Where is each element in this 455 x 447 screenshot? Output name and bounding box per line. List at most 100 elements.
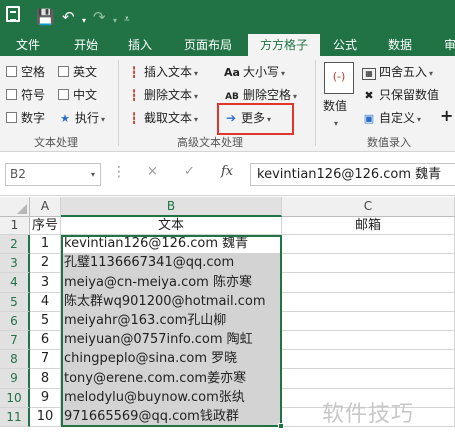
customize-qat-icon[interactable]: ⩡	[124, 8, 130, 32]
cell-email[interactable]	[282, 254, 455, 273]
keep-value-button[interactable]: ✖ 只保留数值	[362, 87, 439, 104]
group-divider	[315, 60, 316, 146]
save-icon[interactable]: 💾	[36, 5, 55, 29]
cell-email[interactable]	[282, 312, 455, 331]
row-header[interactable]: 4	[0, 273, 30, 293]
extract-text-button[interactable]: ┇ 截取文本 ▾	[127, 110, 198, 128]
cell-email[interactable]	[282, 273, 455, 293]
tab-insert[interactable]: 插入	[115, 34, 165, 56]
cell-text[interactable]: 971665569@qq.com钱政群	[61, 408, 282, 427]
redo-icon[interactable]: ↷	[93, 5, 106, 29]
sheet-bottom	[0, 432, 455, 447]
formula-bar: B2 ▾ ⋮ × ✓ fx kevintian126@126.com 魏青	[0, 152, 455, 196]
custom-icon: ▣	[363, 112, 375, 125]
cell-text[interactable]: meiyahr@163.com孔山柳	[61, 312, 282, 331]
excel-logo-icon	[6, 6, 20, 22]
value-dropdown-icon[interactable]: ▾	[332, 114, 338, 132]
cell-header-email[interactable]: 邮箱	[282, 217, 455, 235]
row-header[interactable]: 6	[0, 312, 30, 331]
row-header[interactable]: 7	[0, 331, 30, 350]
row-header[interactable]: 2	[0, 235, 30, 254]
cell-index[interactable]: 9	[30, 389, 61, 408]
checkbox-chinese[interactable]: 中文	[58, 87, 97, 103]
tab-fangfangezi[interactable]: 方方格子	[248, 34, 320, 56]
cell-index[interactable]: 6	[30, 331, 61, 350]
name-box-dropdown-icon[interactable]: ▾	[91, 164, 95, 185]
row-header[interactable]: 3	[0, 254, 30, 273]
cancel-icon[interactable]: ×	[147, 164, 158, 179]
case-icon: Aa	[224, 66, 240, 79]
cell-text[interactable]: 孔璧1136667341@qq.com	[61, 254, 282, 273]
tab-home[interactable]: 开始	[60, 34, 112, 56]
cell-index[interactable]: 3	[30, 273, 61, 293]
cell-index[interactable]: 1	[30, 235, 61, 254]
cell-email[interactable]	[282, 369, 455, 389]
column-header-b[interactable]: B	[61, 197, 282, 217]
delete-text-button[interactable]: ┇ 删除文本 ▾	[127, 87, 198, 105]
cell-text[interactable]: meiyuan@0757info.com 陶虹	[61, 331, 282, 350]
name-box[interactable]: B2 ▾	[5, 163, 101, 186]
column-header-a[interactable]: A	[30, 197, 61, 217]
cell-email[interactable]	[282, 331, 455, 350]
extract-text-icon: ┇	[130, 112, 138, 125]
insert-function-icon[interactable]: fx	[221, 164, 233, 179]
row-header[interactable]: 10	[0, 389, 30, 408]
checkbox-number[interactable]: 数字	[6, 110, 45, 126]
group-label-text: 文本处理	[34, 136, 78, 149]
cell-text[interactable]: kevintian126@126.com 魏青	[61, 235, 282, 254]
undo-dropdown-icon[interactable]: ▾	[82, 9, 86, 33]
execute-icon: ★	[60, 112, 70, 125]
cell-email[interactable]	[282, 350, 455, 369]
tab-review[interactable]: 审阅	[436, 34, 455, 56]
row-header[interactable]: 1	[0, 217, 30, 235]
fill-handle[interactable]	[278, 423, 284, 429]
formula-bar-grip-icon: ⋮	[112, 164, 126, 180]
group-label-advanced: 高级文本处理	[177, 136, 243, 149]
ribbon-tabs: 文件 开始 插入 页面布局 方方格子 公式 数据 审阅	[0, 34, 455, 56]
case-button[interactable]: Aa 大小写 ▾	[224, 64, 285, 82]
formula-input[interactable]: kevintian126@126.com 魏青	[250, 163, 455, 186]
tab-file[interactable]: 文件	[6, 34, 50, 56]
cell-email[interactable]	[282, 235, 455, 254]
insert-text-icon: ┇	[130, 66, 138, 79]
tab-page-layout[interactable]: 页面布局	[173, 34, 243, 56]
value-button[interactable]: 数值	[323, 98, 347, 114]
cell-index[interactable]: 2	[30, 254, 61, 273]
tab-data[interactable]: 数据	[380, 34, 420, 56]
redo-dropdown-icon[interactable]: ▾	[113, 9, 117, 33]
cell-text[interactable]: chingpeplo@sina.com 罗晓	[61, 350, 282, 369]
checkbox-symbol[interactable]: 符号	[6, 87, 45, 103]
cell-index[interactable]: 4	[30, 293, 61, 312]
cell-email[interactable]	[282, 293, 455, 312]
round-button[interactable]: ▦ 四舍五入 ▾	[362, 64, 433, 82]
cell-header-text[interactable]: 文本	[61, 217, 282, 235]
enter-icon[interactable]: ✓	[184, 164, 195, 179]
watermark: 软件技巧	[322, 402, 415, 427]
checkbox-space[interactable]: 空格	[6, 64, 45, 80]
row-header[interactable]: 9	[0, 369, 30, 389]
row-header[interactable]: 5	[0, 293, 30, 312]
cell-index[interactable]: 10	[30, 408, 61, 427]
round-icon: ▦	[362, 68, 376, 80]
title-bar: 💾 ↶ ▾ ↷ ▾ ⩡	[0, 0, 455, 34]
cell-text[interactable]: 陈太群wq901200@hotmail.com	[61, 293, 282, 312]
undo-icon[interactable]: ↶	[62, 5, 75, 29]
cell-text[interactable]: tony@erene.com.com姜亦寒	[61, 369, 282, 389]
row-header[interactable]: 8	[0, 350, 30, 369]
tab-formulas[interactable]: 公式	[325, 34, 365, 56]
cell-index[interactable]: 8	[30, 369, 61, 389]
insert-text-button[interactable]: ┇ 插入文本 ▾	[127, 64, 198, 82]
column-header-c[interactable]: C	[282, 197, 455, 217]
cell-header-index[interactable]: 序号	[30, 217, 61, 235]
group-label-value: 数值录入	[367, 136, 411, 149]
add-icon[interactable]: +	[440, 108, 453, 124]
cell-text[interactable]: melodylu@buynow.com张纨	[61, 389, 282, 408]
row-header[interactable]: 11	[0, 408, 30, 427]
execute-button[interactable]: ★ 执行 ▾	[58, 110, 105, 128]
checkbox-english[interactable]: 英文	[58, 64, 97, 80]
cell-index[interactable]: 7	[30, 350, 61, 369]
cell-index[interactable]: 5	[30, 312, 61, 331]
custom-button[interactable]: ▣ 自定义 ▾	[362, 110, 421, 128]
select-all-corner[interactable]	[0, 197, 30, 217]
cell-text[interactable]: meiya@cn-meiya.com 陈亦寒	[61, 273, 282, 293]
